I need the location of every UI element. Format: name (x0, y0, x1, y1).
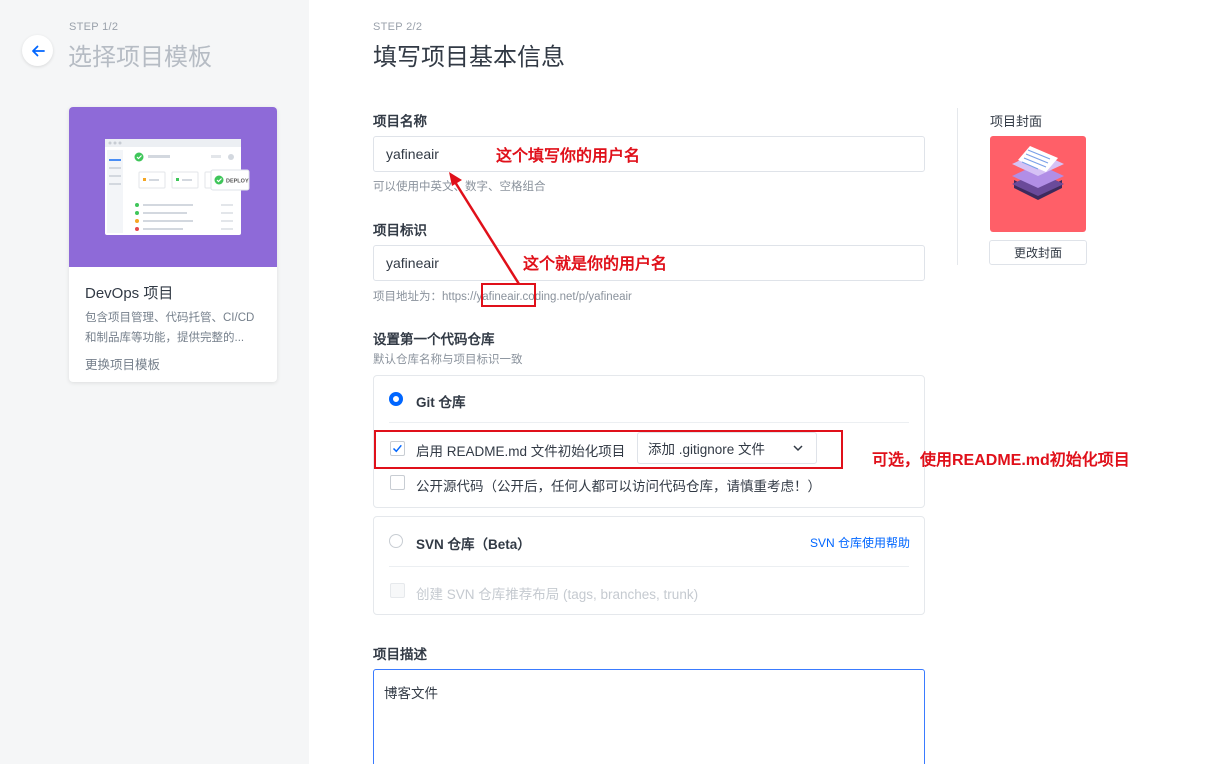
project-url: https://yafineair.coding.net/p/yafineair (442, 291, 632, 303)
project-cover-image (990, 136, 1086, 232)
project-name-label: 项目名称 (373, 114, 427, 129)
git-repo-label: Git 仓库 (416, 395, 466, 410)
cover-label: 项目封面 (990, 114, 1043, 129)
project-id-label: 项目标识 (373, 223, 427, 238)
id-annotation: 这个就是你的用户名 (523, 256, 668, 273)
change-template-link[interactable]: 更换项目模板 (85, 354, 160, 373)
project-url-prefix: 项目地址为： (373, 291, 442, 303)
page-title: 填写项目基本信息 (373, 44, 565, 71)
back-button[interactable] (22, 35, 53, 66)
repo-section-label: 设置第一个代码仓库 (373, 332, 495, 347)
divider (389, 566, 909, 567)
project-name-hint: 可以使用中英文、数字、空格组合 (373, 181, 546, 193)
arrow-left-icon (31, 45, 45, 56)
svn-repo-label: SVN 仓库（Beta） (416, 537, 531, 552)
step-indicator-1: STEP 1/2 (69, 21, 119, 33)
repo-section-hint: 默认仓库名称与项目标识一致 (373, 354, 523, 366)
project-name-value: yafineair (386, 146, 439, 162)
template-description: 包含项目管理、代码托管、CI/CD和制品库等功能，提供完整的... (85, 312, 255, 344)
template-illustration: DEPLOY (69, 107, 277, 267)
step-1-title: 选择项目模板 (68, 44, 212, 71)
divider (389, 422, 909, 423)
description-value: 博客文件 (384, 686, 438, 701)
template-sidebar: STEP 1/2 选择项目模板 DEPLOY DevOps 项目 包含项目管理、… (0, 0, 309, 764)
template-name: DevOps 项目 (85, 285, 174, 302)
description-label: 项目描述 (373, 647, 427, 662)
readme-annotation: 可选，使用README.md初始化项目 (872, 452, 1130, 469)
description-textarea[interactable]: 博客文件 (373, 669, 925, 764)
username-highlight-box (481, 283, 536, 307)
svn-layout-checkbox[interactable] (390, 583, 405, 598)
name-annotation: 这个填写你的用户名 (496, 148, 641, 165)
change-cover-button[interactable]: 更改封面 (989, 240, 1087, 265)
git-repo-radio[interactable] (389, 392, 403, 406)
svn-help-link[interactable]: SVN 仓库使用帮助 (810, 534, 910, 551)
public-code-checkbox[interactable] (390, 475, 405, 490)
svn-repo-radio[interactable] (389, 534, 403, 548)
deploy-badge-text: DEPLOY (226, 179, 249, 185)
cover-divider (957, 108, 958, 265)
svn-layout-label: 创建 SVN 仓库推荐布局 (tags, branches, trunk) (416, 587, 699, 602)
project-name-input[interactable]: yafineair (373, 136, 925, 172)
template-card[interactable]: DEPLOY DevOps 项目 包含项目管理、代码托管、CI/CD和制品库等功… (69, 107, 277, 382)
step-indicator-2: STEP 2/2 (373, 21, 423, 33)
public-code-label: 公开源代码（公开后，任何人都可以访问代码仓库，请慎重考虑！） (416, 479, 821, 494)
readme-highlight-box (374, 430, 843, 469)
project-id-value: yafineair (386, 255, 439, 271)
